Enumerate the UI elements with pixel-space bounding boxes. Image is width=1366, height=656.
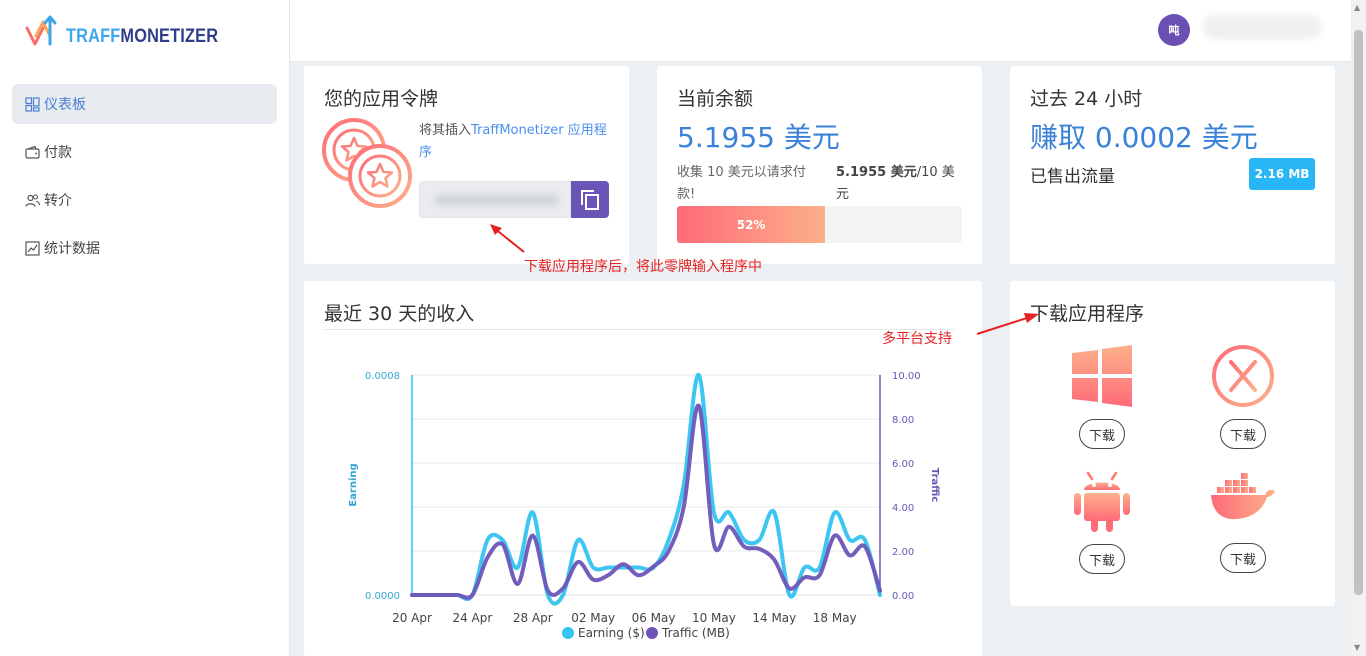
brand-name: TRAFFMONETIZER xyxy=(66,26,218,48)
legend-marker xyxy=(562,627,574,639)
earnings-chart-card: 最近 30 天的收入 0.00 2.00 4.00 6.00 8.00 10.00 0.00… xyxy=(304,281,982,656)
windows-icon xyxy=(1067,341,1137,411)
macos-icon xyxy=(1208,341,1278,411)
balance-note: 收集 10 美元以请求付款! xyxy=(677,165,806,202)
brand-name-part2: MONETIZER xyxy=(120,26,219,47)
avatar[interactable]: 吨 xyxy=(1158,14,1190,46)
annotation-platforms: 多平台支持 xyxy=(882,331,952,347)
sidebar-item-label: 转介 xyxy=(44,193,72,209)
dashboard-icon xyxy=(24,96,40,112)
logo-mark-icon xyxy=(25,15,57,46)
sold-traffic-badge: 2.16 MB xyxy=(1249,158,1315,190)
annotation-token: 下载应用程序后，将此零牌输入程序中 xyxy=(524,259,762,275)
sidebar: TRAFFMONETIZER 仪表板 付款 转介 统计数据 xyxy=(0,0,290,656)
scroll-thumb[interactable] xyxy=(1354,30,1363,595)
brand-logo[interactable]: TRAFFMONETIZER xyxy=(24,14,243,48)
wallet-icon xyxy=(24,144,40,160)
legend-earning: Earning ($) xyxy=(578,626,645,640)
y-right-tick-label: 8.00 xyxy=(892,415,914,426)
page-scrollbar[interactable]: ▲ ▼ xyxy=(1351,0,1366,656)
sidebar-item-label: 付款 xyxy=(44,145,72,161)
balance-progress-value: 5.1955 美元 xyxy=(836,165,917,180)
token-hint-prefix: 将其插入 xyxy=(419,123,472,138)
annotation-arrow-token xyxy=(490,224,525,253)
user-name-redacted xyxy=(1202,15,1322,39)
last24-title: 过去 24 小时 xyxy=(1030,88,1143,110)
sidebar-item-dashboard[interactable]: 仪表板 xyxy=(12,84,277,124)
x-tick-label: 18 May xyxy=(813,611,857,625)
sidebar-item-referrals[interactable]: 转介 xyxy=(12,180,277,220)
legend-marker xyxy=(646,627,658,639)
y-right-tick-label: 6.00 xyxy=(892,459,914,470)
brand-name-part1: TRAFF xyxy=(66,26,121,47)
top-bar: 吨 xyxy=(290,0,1351,62)
y-right-tick-label: 0.00 xyxy=(892,591,914,602)
balance-title: 当前余额 xyxy=(677,88,754,110)
users-icon xyxy=(24,192,40,208)
docker-icon xyxy=(1208,461,1278,531)
scroll-up-icon[interactable]: ▲ xyxy=(1354,3,1360,12)
scroll-down-icon[interactable]: ▼ xyxy=(1354,643,1360,652)
annotation-arrow-platforms xyxy=(976,313,1039,335)
download-docker-button[interactable]: 下载 xyxy=(1220,543,1266,573)
earnings-chart: 0.00 2.00 4.00 6.00 8.00 10.00 0.0000 0.0008 Ear… xyxy=(348,371,940,640)
x-tick-label: 28 Apr xyxy=(513,611,553,625)
download-windows-button[interactable]: 下载 xyxy=(1079,419,1125,449)
x-tick-label: 10 May xyxy=(692,611,736,625)
last24-earned: 赚取 0.0002 美元 xyxy=(1030,121,1258,154)
y-right-tick-label: 2.00 xyxy=(892,547,914,558)
app-token-card: 您的应用令牌 将其插入TraffMonetizer 应用程序 xyxy=(304,66,629,264)
sold-traffic-label: 已售出流量 xyxy=(1030,167,1115,187)
balance-progress-bar: 52% xyxy=(677,206,962,243)
token-hint: 将其插入TraffMonetizer 应用程序 xyxy=(419,120,619,164)
sidebar-nav: 仪表板 付款 转介 统计数据 xyxy=(12,84,277,276)
last-24h-card: 过去 24 小时 赚取 0.0002 美元 已售出流量 2.16 MB xyxy=(1010,66,1335,264)
y-left-axis-label: Earning xyxy=(348,463,359,506)
legend-traffic: Traffic (MB) xyxy=(661,626,730,640)
android-icon xyxy=(1067,466,1137,536)
download-title: 下载应用程序 xyxy=(1030,303,1145,325)
chart-icon xyxy=(24,240,40,256)
y-right-tick-label: 4.00 xyxy=(892,503,914,514)
sidebar-item-statistics[interactable]: 统计数据 xyxy=(12,228,277,268)
token-value-redacted xyxy=(434,194,560,206)
x-tick-label: 06 May xyxy=(632,611,676,625)
balance-amount: 5.1955 美元 xyxy=(677,121,840,154)
download-apps-card: 下载应用程序 下载 下载 下载 下载 xyxy=(1010,281,1335,606)
sidebar-item-label: 仪表板 xyxy=(44,97,86,113)
token-title: 您的应用令牌 xyxy=(324,88,439,110)
x-tick-label: 20 Apr xyxy=(392,611,432,625)
balance-progress-fill: 52% xyxy=(677,206,826,243)
y-left-tick-label: 0.0000 xyxy=(365,591,400,602)
balance-progress-text: 5.1955 美元/10 美元 xyxy=(836,162,966,206)
y-right-axis-label: Traffic xyxy=(929,468,940,503)
copy-icon xyxy=(581,189,599,210)
x-tick-label: 14 May xyxy=(752,611,796,625)
current-balance-card: 当前余额 5.1955 美元 收集 10 美元以请求付款! 5.1955 美元/… xyxy=(657,66,982,264)
download-macos-button[interactable]: 下载 xyxy=(1220,419,1266,449)
copy-token-button[interactable] xyxy=(571,181,609,218)
y-left-tick-label: 0.0008 xyxy=(365,371,400,382)
coins-icon xyxy=(322,118,412,208)
x-tick-label: 02 May xyxy=(571,611,615,625)
token-field[interactable] xyxy=(419,181,571,218)
download-android-button[interactable]: 下载 xyxy=(1079,544,1125,574)
sidebar-item-payments[interactable]: 付款 xyxy=(12,132,277,172)
y-right-tick-label: 10.00 xyxy=(892,371,921,382)
x-tick-label: 24 Apr xyxy=(452,611,492,625)
sidebar-item-label: 统计数据 xyxy=(44,241,100,257)
